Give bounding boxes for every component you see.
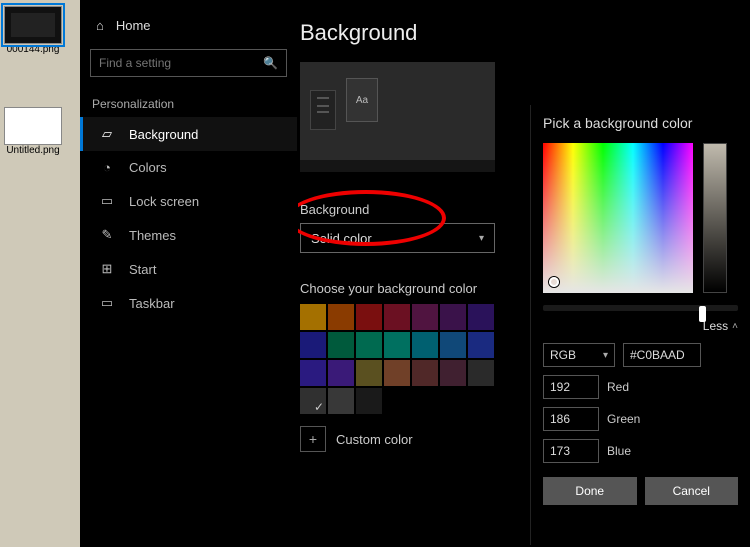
- chevron-down-icon: ▾: [479, 233, 484, 244]
- sidebar-item-label: Colors: [129, 160, 167, 175]
- color-swatch[interactable]: [468, 304, 494, 330]
- sidebar-item-label: Background: [129, 127, 198, 142]
- color-swatch[interactable]: [356, 388, 382, 414]
- color-mode-select[interactable]: RGB ▾: [543, 343, 615, 367]
- taskbar-icon: ▭: [99, 295, 115, 311]
- channel-label: Blue: [607, 444, 631, 458]
- preview-window: [310, 90, 336, 130]
- color-swatch[interactable]: [384, 304, 410, 330]
- dropdown-value: Solid color: [311, 231, 372, 246]
- spectrum-cursor[interactable]: [549, 277, 559, 287]
- hue-slider[interactable]: [543, 305, 738, 311]
- color-swatch[interactable]: [356, 360, 382, 386]
- sidebar-item-label: Lock screen: [129, 194, 199, 209]
- channel-input-green[interactable]: [543, 407, 599, 431]
- home-icon: ⌂: [96, 18, 104, 33]
- color-swatch[interactable]: [440, 332, 466, 358]
- color-swatch[interactable]: [300, 360, 326, 386]
- color-swatch[interactable]: [300, 332, 326, 358]
- color-swatch[interactable]: [384, 332, 410, 358]
- color-swatch[interactable]: [300, 388, 326, 414]
- file-thumb[interactable]: 000144.png: [4, 6, 62, 55]
- channel-input-red[interactable]: [543, 375, 599, 399]
- color-swatch[interactable]: [440, 304, 466, 330]
- hex-input[interactable]: [623, 343, 701, 367]
- settings-search[interactable]: 🔍: [90, 49, 287, 77]
- value-slider[interactable]: [703, 143, 727, 293]
- done-button[interactable]: Done: [543, 477, 637, 505]
- slider-thumb[interactable]: [699, 306, 706, 322]
- sidebar-item-label: Taskbar: [129, 296, 175, 311]
- custom-color-label: Custom color: [336, 432, 413, 447]
- sidebar-item-lock-screen[interactable]: ▭ Lock screen: [80, 184, 297, 218]
- color-swatch[interactable]: [356, 304, 382, 330]
- chevron-down-icon: ▾: [603, 350, 608, 361]
- color-swatch[interactable]: [328, 332, 354, 358]
- color-swatch[interactable]: [412, 332, 438, 358]
- color-swatch[interactable]: [468, 360, 494, 386]
- sidebar-item-taskbar[interactable]: ▭ Taskbar: [80, 286, 297, 320]
- sidebar-item-label: Themes: [129, 228, 176, 243]
- sidebar-section-title: Personalization: [80, 91, 297, 117]
- home-label: Home: [116, 18, 151, 33]
- search-icon: 🔍: [263, 56, 278, 70]
- less-toggle[interactable]: Less ˄: [543, 319, 738, 333]
- plus-icon: +: [300, 426, 326, 452]
- page-title: Background: [300, 20, 750, 46]
- color-swatch[interactable]: [468, 332, 494, 358]
- background-preview: Aa: [300, 62, 495, 172]
- color-swatch[interactable]: [440, 360, 466, 386]
- file-thumb-image: [4, 107, 62, 145]
- color-swatch[interactable]: [328, 360, 354, 386]
- palette-icon: ◔: [99, 160, 115, 175]
- color-swatch[interactable]: [384, 360, 410, 386]
- file-thumb-label: Untitled.png: [4, 145, 62, 156]
- start-icon: ⊞: [99, 261, 115, 277]
- sidebar-item-start[interactable]: ⊞ Start: [80, 252, 297, 286]
- content-area: Background Aa Background Solid color ▾ C…: [298, 0, 750, 547]
- home-link[interactable]: ⌂ Home: [80, 10, 297, 41]
- color-swatch[interactable]: [328, 388, 354, 414]
- settings-window: ⌂ Home 🔍 Personalization ▱ Background ◔ Col…: [80, 0, 750, 547]
- settings-search-input[interactable]: [99, 56, 263, 70]
- cancel-button[interactable]: Cancel: [645, 477, 739, 505]
- color-swatch[interactable]: [356, 332, 382, 358]
- sidebar: ⌂ Home 🔍 Personalization ▱ Background ◔ Col…: [80, 0, 298, 547]
- color-picker-panel: Pick a background color Less ˄ RGB ▾: [530, 105, 750, 545]
- color-picker-title: Pick a background color: [543, 115, 738, 131]
- color-swatch[interactable]: [300, 304, 326, 330]
- themes-icon: ✎: [99, 227, 115, 243]
- sidebar-item-themes[interactable]: ✎ Themes: [80, 218, 297, 252]
- channel-label: Green: [607, 412, 640, 426]
- file-thumb-label: 000144.png: [4, 44, 62, 55]
- preview-taskbar: [300, 160, 495, 172]
- file-thumb-image: [4, 6, 62, 44]
- sidebar-item-label: Start: [129, 262, 156, 277]
- color-swatch[interactable]: [412, 360, 438, 386]
- background-type-dropdown[interactable]: Solid color ▾: [300, 223, 495, 253]
- channel-input-blue[interactable]: [543, 439, 599, 463]
- desktop-area: 000144.png Untitled.png: [0, 0, 80, 547]
- file-thumb[interactable]: Untitled.png: [4, 107, 62, 156]
- color-swatch[interactable]: [328, 304, 354, 330]
- color-swatch-grid: [300, 304, 497, 416]
- chevron-up-icon: ˄: [732, 321, 738, 332]
- lockscreen-icon: ▭: [99, 193, 115, 209]
- color-swatch[interactable]: [412, 304, 438, 330]
- sidebar-item-colors[interactable]: ◔ Colors: [80, 151, 297, 184]
- picture-icon: ▱: [99, 126, 115, 142]
- channel-label: Red: [607, 380, 629, 394]
- color-spectrum[interactable]: [543, 143, 693, 293]
- sidebar-nav: ▱ Background ◔ Colors ▭ Lock screen ✎ Themes ⊞ St…: [80, 117, 297, 320]
- preview-window: Aa: [346, 78, 378, 122]
- sidebar-item-background[interactable]: ▱ Background: [80, 117, 297, 151]
